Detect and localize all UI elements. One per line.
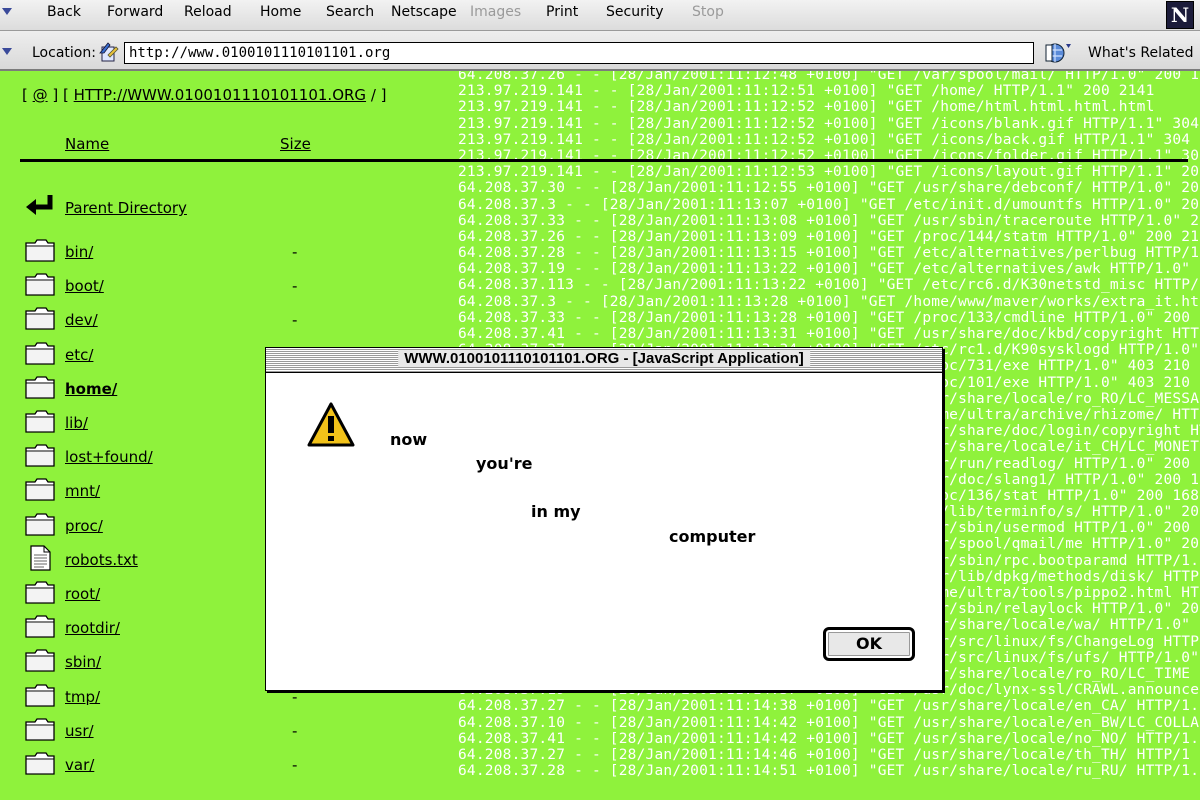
dialog-titlebar[interactable]: WWW.0100101110101101.ORG - [JavaScript A… xyxy=(266,348,942,373)
directory-entry-link[interactable]: mnt/ xyxy=(65,482,100,500)
directory-entry-link[interactable]: etc/ xyxy=(65,346,93,364)
name-column-header[interactable]: Name xyxy=(65,135,109,153)
forward-button[interactable]: Forward xyxy=(107,4,163,20)
directory-entry-link[interactable]: rootdir/ xyxy=(65,619,120,637)
location-label: Location: xyxy=(32,45,96,61)
log-line: 64.208.37.27 - - [28/Jan/2001:11:14:46 +… xyxy=(458,746,1191,763)
back-button[interactable]: Back xyxy=(47,4,81,20)
log-line: 64.208.37.28 - - [28/Jan/2001:11:14:51 +… xyxy=(458,763,1200,780)
log-line: 213.97.219.141 - - [28/Jan/2001:11:12:52… xyxy=(458,131,1191,148)
directory-entry-link[interactable]: lib/ xyxy=(65,414,88,432)
log-line: 64.208.37.26 - - [28/Jan/2001:11:13:09 +… xyxy=(458,228,1200,245)
folder-icon xyxy=(25,239,55,262)
whats-related-button[interactable]: What's Related xyxy=(1088,45,1194,61)
directory-entry-link[interactable]: lost+found/ xyxy=(65,448,153,466)
back-arrow-icon xyxy=(26,195,53,215)
toolbar-collapse-triangle-icon[interactable] xyxy=(2,8,12,15)
navigation-toolbar: Back Forward Reload Home Search Netscape… xyxy=(0,0,1200,31)
folder-icon xyxy=(25,376,55,399)
location-bar: Location: What's Related xyxy=(0,31,1200,71)
message-word: in my xyxy=(531,502,581,521)
size-value: - xyxy=(292,721,298,740)
url-field[interactable] xyxy=(124,42,1034,64)
log-line: 64.208.37.27 - - [28/Jan/2001:11:14:38 +… xyxy=(458,698,1200,715)
log-line: 64.208.37.10 - - [28/Jan/2001:11:14:42 +… xyxy=(458,714,1200,731)
log-line: 64.208.37.113 - - [28/Jan/2001:11:13:22 … xyxy=(458,277,1200,294)
folder-icon xyxy=(25,273,55,296)
folder-icon xyxy=(25,307,55,331)
directory-entry-link[interactable]: var/ xyxy=(65,756,94,774)
folder-icon xyxy=(25,649,55,673)
size-value: - xyxy=(292,756,298,774)
log-line: 213.97.219.141 - - [28/Jan/2001:11:12:53… xyxy=(458,164,1200,181)
location-collapse-triangle-icon[interactable] xyxy=(2,48,12,55)
header-divider xyxy=(20,159,1188,162)
javascript-alert-dialog: WWW.0100101110101101.ORG - [JavaScript A… xyxy=(265,347,943,691)
folder-icon xyxy=(25,478,55,502)
directory-entry-link[interactable]: proc/ xyxy=(65,517,103,535)
directory-entry-link[interactable]: tmp/ xyxy=(65,688,100,706)
log-line: 64.208.37.33 - - [28/Jan/2001:11:13:28 +… xyxy=(458,309,1200,326)
folder-icon xyxy=(25,512,55,536)
search-button[interactable]: Search xyxy=(326,4,374,20)
folder-icon xyxy=(25,752,55,775)
folder-icon xyxy=(25,683,55,707)
dialog-title: WWW.0100101110101101.ORG - [JavaScript A… xyxy=(398,350,810,367)
breadcrumb-bracket: / ] xyxy=(366,86,387,104)
folder-icon xyxy=(25,341,55,365)
log-line: 64.208.37.19 - - [28/Jan/2001:11:13:22 +… xyxy=(458,261,1200,278)
breadcrumb-home-link[interactable]: @ xyxy=(33,86,48,104)
breadcrumb: [ @ ] [ HTTP://WWW.0100101110101101.ORG … xyxy=(22,86,387,104)
message-word: computer xyxy=(669,527,756,546)
log-line: 64.208.37.41 - - [28/Jan/2001:11:13:31 +… xyxy=(458,326,1200,342)
log-line: 213.97.219.141 - - [28/Jan/2001:11:12:52… xyxy=(458,99,1155,116)
log-line: 213.97.219.141 - - [28/Jan/2001:11:12:52… xyxy=(458,115,1200,132)
folder-icon xyxy=(25,615,55,638)
size-value: - xyxy=(292,243,298,261)
folder-icon xyxy=(25,410,55,433)
folder-icon xyxy=(25,444,55,467)
directory-entry-link[interactable]: home/ xyxy=(65,380,117,398)
directory-entry-link[interactable]: bin/ xyxy=(65,243,93,261)
reload-button[interactable]: Reload xyxy=(184,4,232,20)
dialog-body: now you're in my computer OK xyxy=(266,373,942,690)
log-line: 64.208.37.28 - - [28/Jan/2001:11:13:15 +… xyxy=(458,245,1200,262)
directory-entry-link[interactable]: usr/ xyxy=(65,722,94,740)
directory-entry-link[interactable]: root/ xyxy=(65,585,100,603)
message-word: now xyxy=(390,430,428,449)
warning-icon xyxy=(307,402,355,447)
netscape-logo[interactable]: N xyxy=(1166,1,1194,29)
directory-entry-link[interactable]: sbin/ xyxy=(65,653,101,671)
page-proxy-icon[interactable] xyxy=(98,41,120,63)
directory-entry-link[interactable]: dev/ xyxy=(65,311,98,329)
home-button[interactable]: Home xyxy=(260,4,301,20)
security-button[interactable]: Security xyxy=(606,4,664,20)
images-button[interactable]: Images xyxy=(470,4,521,20)
breadcrumb-separator: ] [ xyxy=(47,86,74,104)
directory-entry-link[interactable]: robots.txt xyxy=(65,551,138,569)
text-file-icon xyxy=(30,545,51,571)
log-line: 64.208.37.3 - - [28/Jan/2001:11:13:28 +0… xyxy=(458,293,1200,310)
log-line: 64.208.37.41 - - [28/Jan/2001:11:14:42 +… xyxy=(458,730,1200,747)
log-line: 213.97.219.141 - - [28/Jan/2001:11:12:51… xyxy=(458,83,1155,100)
print-button[interactable]: Print xyxy=(546,4,578,20)
size-value: - xyxy=(292,311,298,330)
size-value: - xyxy=(292,277,298,296)
whats-related-icon[interactable] xyxy=(1044,41,1072,65)
log-line: 64.208.37.33 - - [28/Jan/2001:11:13:08 +… xyxy=(458,212,1200,229)
size-column-header[interactable]: Size xyxy=(280,135,311,153)
ok-button[interactable]: OK xyxy=(823,627,915,661)
directory-entry-link[interactable]: boot/ xyxy=(65,277,104,295)
netscape-button[interactable]: Netscape xyxy=(391,4,457,20)
log-line: 64.208.37.26 - - [28/Jan/2001:11:12:48 +… xyxy=(458,71,1200,83)
message-word: you're xyxy=(476,454,533,473)
breadcrumb-site-link[interactable]: HTTP://WWW.0100101110101101.ORG xyxy=(74,86,366,104)
log-line: 64.208.37.3 - - [28/Jan/2001:11:13:07 +0… xyxy=(458,196,1200,213)
breadcrumb-bracket: [ xyxy=(22,86,33,104)
stop-button[interactable]: Stop xyxy=(692,4,724,20)
folder-icon xyxy=(25,581,55,604)
parent-directory-link[interactable]: Parent Directory xyxy=(65,199,187,217)
log-line: 64.208.37.30 - - [28/Jan/2001:11:12:55 +… xyxy=(458,180,1200,197)
folder-icon xyxy=(25,718,55,741)
